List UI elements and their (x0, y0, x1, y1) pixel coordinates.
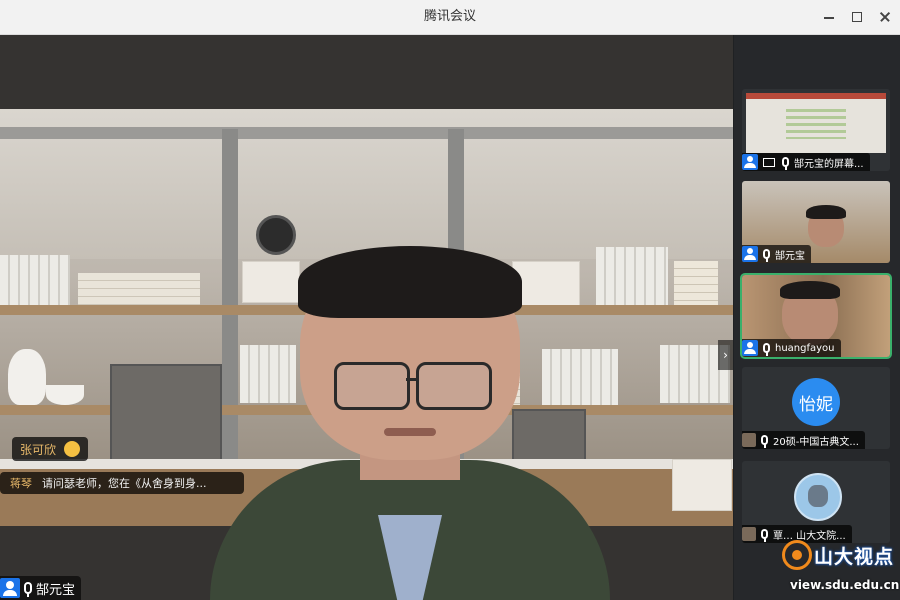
close-icon[interactable] (878, 10, 892, 24)
main-video-view[interactable]: › (0, 35, 733, 600)
participant-tile-screen[interactable]: 郜元宝的屏幕... (742, 89, 890, 171)
wall-clock (256, 215, 296, 255)
avatar (794, 473, 842, 521)
microphone-icon (761, 435, 768, 448)
speaker-name: 郜元宝 (36, 582, 76, 598)
clap-emoji-icon (64, 441, 81, 457)
participant-tile-camera-1[interactable]: 郜元宝 (742, 181, 890, 263)
participant-sidebar: 郜元宝的屏幕... 郜元宝 huangfayou 怡妮 20硕-中国古典文...… (734, 35, 900, 600)
tile-label: 20硕-中国古典文... (773, 436, 859, 448)
chat-sender-name: 蒋琴 (10, 477, 32, 490)
screen-share-thumbnail (746, 93, 886, 153)
chat-bubble-sender: 张可欣 (12, 437, 89, 461)
tile-label: 郜元宝的屏幕... (794, 158, 864, 170)
next-page-arrow[interactable]: › (718, 340, 733, 370)
sdu-logo-icon (782, 540, 812, 570)
title-bar: 腾讯会议 (0, 0, 900, 35)
participant-tile-avatar-2[interactable]: 覃… 山大文院... (742, 461, 890, 543)
watermark-brand: 山大视点 (814, 546, 895, 568)
avatar-icon (742, 527, 756, 541)
microphone-icon (782, 157, 789, 170)
user-icon (742, 154, 758, 170)
tile-label: huangfayou (775, 342, 835, 354)
microphone-icon (763, 343, 770, 356)
user-icon (0, 578, 20, 598)
microphone-icon (24, 582, 32, 597)
avatar: 怡妮 (792, 378, 840, 426)
user-icon (742, 246, 758, 262)
chat-sender-name: 张可欣 (20, 442, 57, 457)
participant-tile-camera-2[interactable]: huangfayou (740, 273, 892, 359)
screen-share-icon (763, 157, 775, 167)
letterbox-top (0, 35, 733, 109)
window-title: 腾讯会议 (423, 9, 476, 24)
tile-label: 郜元宝 (775, 250, 805, 262)
avatar-icon (742, 433, 756, 447)
speaker-person (210, 246, 610, 600)
watermark-url: view.sdu.edu.cn (790, 578, 900, 592)
watermark: 山大视点 view.sdu.edu.cn (780, 536, 900, 598)
main-speaker-label: 郜元宝 (0, 576, 82, 600)
chat-message-text: 请问瑟老师，您在《从舍身到身... (42, 477, 207, 490)
participant-tile-avatar-1[interactable]: 怡妮 20硕-中国古典文... (742, 367, 890, 449)
maximize-icon[interactable] (850, 10, 864, 24)
user-icon (742, 340, 758, 356)
window-controls (822, 0, 892, 34)
minimize-icon[interactable] (822, 10, 836, 24)
microphone-icon (763, 249, 770, 262)
chat-bubble-message[interactable]: 蒋琴 请问瑟老师，您在《从舍身到身... (0, 472, 244, 494)
microphone-icon (761, 529, 768, 542)
laptop (110, 364, 222, 464)
glasses (334, 362, 410, 410)
